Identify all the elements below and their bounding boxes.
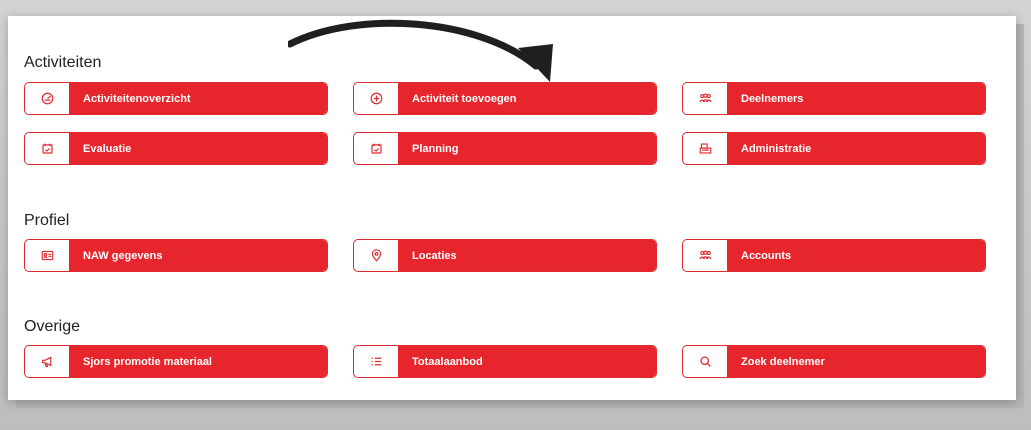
tile-accounts[interactable]: Accounts: [682, 239, 986, 272]
section-title-profiel: Profiel: [24, 212, 70, 229]
register-icon: [683, 133, 727, 164]
tile-locaties[interactable]: Locaties: [353, 239, 657, 272]
section-title-overige: Overige: [24, 318, 81, 335]
tile-activiteitenoverzicht[interactable]: Activiteitenoverzicht: [24, 82, 328, 115]
calendar-check-icon: [354, 133, 398, 164]
tile-label: Administratie: [727, 133, 985, 164]
tile-administratie[interactable]: Administratie: [682, 132, 986, 165]
tile-sjors-promotie-materiaal[interactable]: Sjors promotie materiaal: [24, 345, 328, 378]
calendar-check-icon: [25, 133, 69, 164]
tile-naw-gegevens[interactable]: NAW gegevens: [24, 239, 328, 272]
id-card-icon: [25, 240, 69, 271]
search-icon: [683, 346, 727, 377]
tile-label: Zoek deelnemer: [727, 346, 985, 377]
annotation-arrow: [288, 19, 553, 82]
group-icon: [683, 83, 727, 114]
tile-label: NAW gegevens: [69, 240, 327, 271]
tile-zoek-deelnemer[interactable]: Zoek deelnemer: [682, 345, 986, 378]
tile-label: Locaties: [398, 240, 656, 271]
tile-label: Sjors promotie materiaal: [69, 346, 327, 377]
tile-label: Accounts: [727, 240, 985, 271]
section-title-activiteiten: Activiteiten: [24, 54, 102, 71]
tile-label: Deelnemers: [727, 83, 985, 114]
group-icon: [683, 240, 727, 271]
tile-evaluatie[interactable]: Evaluatie: [24, 132, 328, 165]
dashboard-icon: [25, 83, 69, 114]
tile-deelnemers[interactable]: Deelnemers: [682, 82, 986, 115]
tile-planning[interactable]: Planning: [353, 132, 657, 165]
location-pin-icon: [354, 240, 398, 271]
list-icon: [354, 346, 398, 377]
tile-label: Evaluatie: [69, 133, 327, 164]
tile-totaalaanbod[interactable]: Totaalaanbod: [353, 345, 657, 378]
tile-label: Planning: [398, 133, 656, 164]
menu-card: Activiteiten Activiteitenoverzicht Activ…: [8, 16, 1016, 400]
megaphone-icon: [25, 346, 69, 377]
tile-label: Totaalaanbod: [398, 346, 656, 377]
